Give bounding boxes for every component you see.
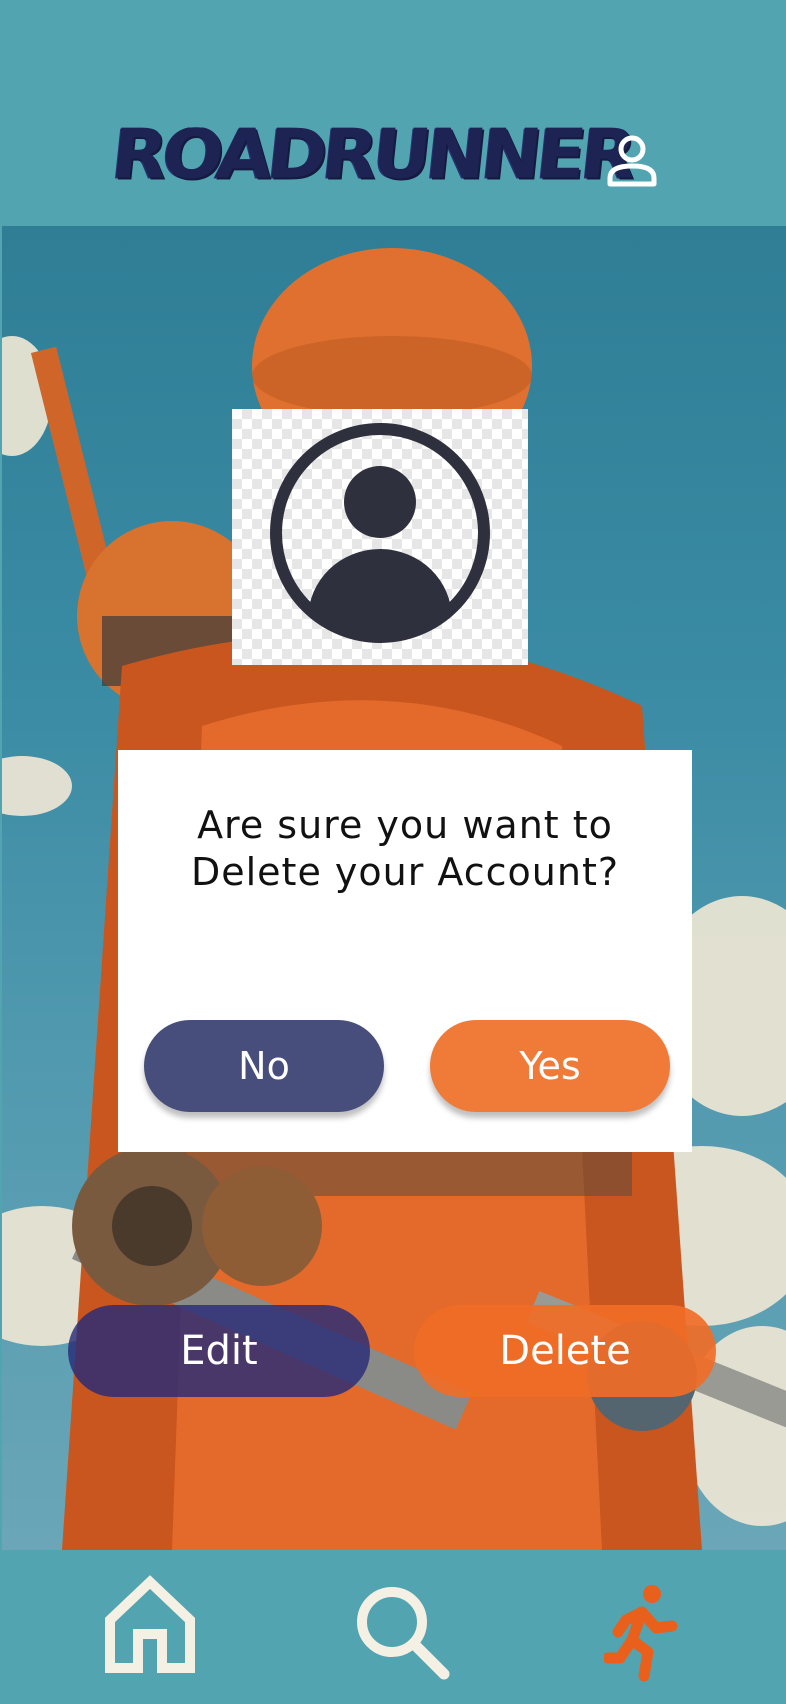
- dialog-message: Are sure you want to Delete your Account…: [118, 802, 692, 896]
- home-icon[interactable]: [102, 1572, 198, 1676]
- user-circle-icon: [270, 423, 490, 643]
- profile-avatar[interactable]: [232, 409, 528, 665]
- bottom-nav: [0, 1550, 786, 1704]
- search-icon[interactable]: [352, 1584, 452, 1684]
- edit-button[interactable]: Edit: [68, 1305, 370, 1397]
- yes-button[interactable]: Yes: [430, 1020, 670, 1112]
- app-logo[interactable]: ROADRUNNER: [108, 114, 636, 194]
- no-button[interactable]: No: [144, 1020, 384, 1112]
- runner-icon[interactable]: [604, 1582, 684, 1682]
- dialog-line-1: Are sure you want to: [197, 803, 613, 847]
- user-outline-icon[interactable]: [604, 132, 660, 188]
- delete-button[interactable]: Delete: [414, 1305, 716, 1397]
- delete-confirm-dialog: Are sure you want to Delete your Account…: [118, 750, 692, 1152]
- dialog-line-2: Delete your Account?: [190, 850, 620, 894]
- app-header: ROADRUNNER: [0, 0, 786, 226]
